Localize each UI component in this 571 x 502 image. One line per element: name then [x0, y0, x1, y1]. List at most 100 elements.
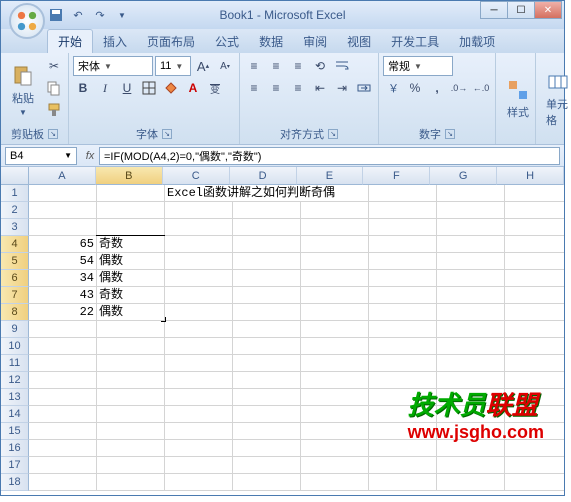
- ribbon-tab[interactable]: 数据: [249, 30, 293, 53]
- cell[interactable]: [437, 457, 505, 474]
- cell-value[interactable]: 偶数: [97, 270, 165, 287]
- cell[interactable]: [301, 236, 369, 253]
- cell[interactable]: [97, 338, 165, 355]
- qat-dropdown-icon[interactable]: ▼: [113, 6, 131, 24]
- cell-value[interactable]: 34: [29, 270, 97, 287]
- cell[interactable]: [29, 406, 97, 423]
- cell[interactable]: [301, 406, 369, 423]
- cell[interactable]: [165, 236, 233, 253]
- cell[interactable]: [97, 355, 165, 372]
- dialog-launcher-icon[interactable]: ↘: [162, 129, 172, 139]
- cell[interactable]: [369, 457, 437, 474]
- number-format-combo[interactable]: 常规▼: [383, 56, 453, 76]
- phonetic-button[interactable]: 变: [205, 78, 225, 98]
- row-header[interactable]: 16: [1, 440, 29, 457]
- select-all-corner[interactable]: [1, 167, 29, 185]
- decrease-decimal-icon[interactable]: ←.0: [471, 78, 491, 98]
- cell[interactable]: [29, 355, 97, 372]
- cell[interactable]: [369, 304, 437, 321]
- dialog-launcher-icon[interactable]: ↘: [328, 129, 338, 139]
- cell[interactable]: [369, 372, 437, 389]
- cell[interactable]: [505, 236, 564, 253]
- cell[interactable]: [233, 236, 301, 253]
- cell[interactable]: [505, 423, 564, 440]
- cell[interactable]: [369, 423, 437, 440]
- ribbon-tab[interactable]: 加载项: [449, 30, 505, 53]
- cell[interactable]: [233, 474, 301, 491]
- cell[interactable]: [29, 474, 97, 491]
- title-cell[interactable]: Excel函数讲解之如何判断奇偶: [165, 185, 337, 202]
- cell[interactable]: [505, 355, 564, 372]
- cell[interactable]: [437, 185, 505, 202]
- cell[interactable]: [97, 389, 165, 406]
- row-header[interactable]: 15: [1, 423, 29, 440]
- row-header[interactable]: 4: [1, 236, 29, 253]
- align-right-icon[interactable]: ≡: [288, 78, 308, 98]
- styles-button[interactable]: 样式: [500, 56, 536, 141]
- cells-button[interactable]: 单元格: [540, 56, 571, 141]
- undo-icon[interactable]: ↶: [69, 6, 87, 24]
- cell[interactable]: [233, 287, 301, 304]
- ribbon-tab[interactable]: 页面布局: [137, 30, 205, 53]
- cell[interactable]: [97, 321, 165, 338]
- cell[interactable]: [233, 423, 301, 440]
- cell[interactable]: [165, 440, 233, 457]
- cell[interactable]: [165, 321, 233, 338]
- cell[interactable]: [505, 406, 564, 423]
- row-header[interactable]: 6: [1, 270, 29, 287]
- increase-decimal-icon[interactable]: .0→: [449, 78, 469, 98]
- redo-icon[interactable]: ↷: [91, 6, 109, 24]
- cell[interactable]: [29, 185, 97, 202]
- cell-value[interactable]: 22: [29, 304, 97, 321]
- align-middle-icon[interactable]: ≡: [266, 56, 286, 76]
- ribbon-tab[interactable]: 审阅: [293, 30, 337, 53]
- cell[interactable]: [97, 423, 165, 440]
- cell[interactable]: [233, 457, 301, 474]
- cell[interactable]: [505, 389, 564, 406]
- worksheet-grid[interactable]: ABCDEFGH 123456789101112131415161718 Exc…: [1, 167, 564, 493]
- cell-value[interactable]: 43: [29, 287, 97, 304]
- office-button[interactable]: [9, 3, 45, 39]
- cell[interactable]: [505, 219, 564, 236]
- cell[interactable]: [369, 270, 437, 287]
- font-name-combo[interactable]: 宋体▼: [73, 56, 153, 76]
- cell[interactable]: [165, 372, 233, 389]
- ribbon-tab[interactable]: 视图: [337, 30, 381, 53]
- cell[interactable]: [301, 423, 369, 440]
- cell[interactable]: [165, 457, 233, 474]
- cell[interactable]: [301, 219, 369, 236]
- cell[interactable]: [165, 355, 233, 372]
- cell[interactable]: [437, 253, 505, 270]
- cell[interactable]: [165, 406, 233, 423]
- cell[interactable]: [301, 253, 369, 270]
- cell[interactable]: [437, 321, 505, 338]
- cell[interactable]: [437, 474, 505, 491]
- cell[interactable]: [437, 440, 505, 457]
- save-icon[interactable]: [47, 6, 65, 24]
- cell[interactable]: [505, 287, 564, 304]
- cell[interactable]: [233, 304, 301, 321]
- currency-button[interactable]: ￥: [383, 78, 403, 98]
- row-header[interactable]: 17: [1, 457, 29, 474]
- cell[interactable]: [301, 372, 369, 389]
- underline-button[interactable]: U: [117, 78, 137, 98]
- cell[interactable]: [505, 440, 564, 457]
- cell[interactable]: [505, 457, 564, 474]
- cell-value[interactable]: 65: [29, 236, 97, 253]
- row-header[interactable]: 5: [1, 253, 29, 270]
- cell[interactable]: [369, 406, 437, 423]
- column-header[interactable]: H: [497, 167, 564, 185]
- column-header[interactable]: E: [297, 167, 364, 185]
- cell[interactable]: [165, 304, 233, 321]
- row-header[interactable]: 1: [1, 185, 29, 202]
- cell[interactable]: [505, 372, 564, 389]
- cell[interactable]: [29, 440, 97, 457]
- column-header[interactable]: F: [363, 167, 430, 185]
- cell[interactable]: [165, 270, 233, 287]
- column-header[interactable]: C: [163, 167, 230, 185]
- cell[interactable]: [97, 372, 165, 389]
- font-size-combo[interactable]: 11▼: [155, 56, 191, 76]
- cell[interactable]: [437, 236, 505, 253]
- cell[interactable]: [29, 389, 97, 406]
- cell[interactable]: [505, 185, 564, 202]
